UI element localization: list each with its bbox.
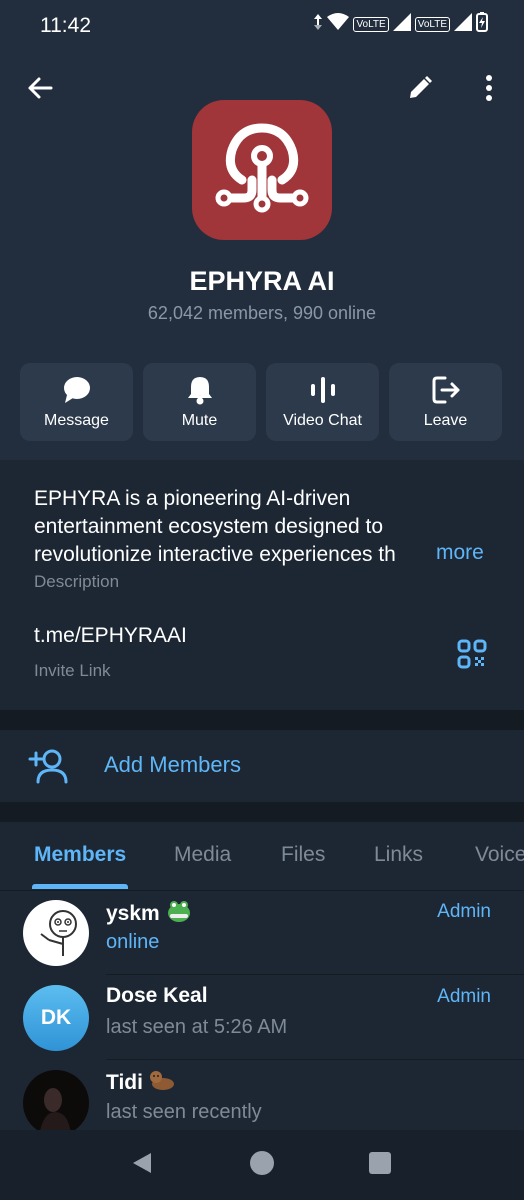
member-name-text: yskm — [106, 902, 160, 925]
volte-badge-2: VoLTE — [414, 17, 450, 32]
group-avatar[interactable] — [192, 100, 332, 240]
tab-voice[interactable]: Voice — [475, 843, 524, 867]
member-row[interactable]: DK Dose Keal last seen at 5:26 AM Admin — [0, 975, 524, 1060]
avatar-initials: DK — [40, 1006, 72, 1029]
signal-icon-2 — [454, 13, 472, 36]
bell-icon — [186, 374, 214, 406]
square-recents-icon — [369, 1151, 391, 1179]
edit-button[interactable] — [398, 68, 442, 112]
frog-emoji-icon — [166, 899, 192, 929]
back-button[interactable] — [18, 68, 62, 112]
video-chat-button[interactable]: Video Chat — [266, 363, 379, 441]
admin-badge: Admin — [437, 986, 491, 1007]
tab-files[interactable]: Files — [281, 843, 325, 867]
mute-button[interactable]: Mute — [143, 363, 256, 441]
wifi-icon — [327, 13, 350, 36]
member-name-text: Dose Keal — [106, 984, 208, 1007]
invite-link[interactable]: t.me/EPHYRAAI — [34, 624, 187, 648]
member-count: 62,042 members, 990 online — [147, 303, 377, 323]
admin-badge: Admin — [437, 901, 491, 922]
battery-icon — [476, 12, 488, 37]
qr-code-button[interactable] — [452, 636, 492, 676]
triangle-back-icon — [130, 1151, 154, 1180]
qr-code-icon — [457, 639, 487, 674]
tab-links[interactable]: Links — [374, 843, 423, 867]
nav-home-button[interactable] — [247, 1150, 277, 1180]
more-vertical-icon — [485, 74, 493, 106]
otter-emoji-icon — [149, 1069, 175, 1097]
member-name: Dose Keal — [106, 984, 208, 1008]
member-status: last seen recently — [106, 1101, 262, 1123]
section-divider — [0, 710, 524, 730]
media-tabs: Members Media Files Links Voice — [0, 822, 524, 891]
mute-label: Mute — [181, 412, 218, 429]
description-line-2: entertainment ecosystem designed to — [34, 515, 384, 538]
description-line-3: revolutionize interactive experiences th — [34, 543, 396, 566]
leave-label: Leave — [423, 412, 468, 429]
tab-members[interactable]: Members — [34, 843, 126, 867]
leave-icon — [431, 374, 461, 406]
description-line-1: EPHYRA is a pioneering AI-driven — [34, 487, 351, 510]
chat-bubble-icon — [62, 374, 92, 406]
tab-indicator — [32, 884, 128, 889]
avatar — [23, 1070, 89, 1136]
avatar — [23, 900, 89, 966]
member-row[interactable]: yskm online Admin — [0, 890, 524, 975]
add-members-row[interactable] — [0, 730, 524, 802]
member-status: last seen at 5:26 AM — [106, 1016, 288, 1038]
status-icons: VoLTE VoLTE — [313, 12, 488, 37]
arrow-left-icon — [26, 74, 54, 107]
member-status: online — [106, 931, 160, 953]
message-label: Message — [44, 412, 109, 429]
section-divider-2 — [0, 802, 524, 822]
volte-badge: VoLTE — [353, 17, 389, 32]
status-bar: 11:42 VoLTE VoLTE — [0, 0, 524, 52]
message-button[interactable]: Message — [20, 363, 133, 441]
description-text: EPHYRA is a pioneering AI-driven enterta… — [34, 485, 494, 569]
status-time: 11:42 — [40, 14, 91, 37]
tab-media[interactable]: Media — [174, 843, 231, 867]
invite-link-caption: Invite Link — [34, 661, 111, 680]
system-nav-bar — [0, 1130, 524, 1200]
ephyra-logo-icon — [212, 118, 312, 223]
add-members-label[interactable]: Add Members — [104, 752, 241, 778]
more-link[interactable]: more — [436, 541, 484, 565]
add-user-icon — [28, 748, 68, 789]
member-name: yskm — [106, 899, 192, 929]
signal-icon — [392, 13, 411, 36]
description-caption: Description — [34, 572, 120, 591]
member-name: Tidi — [106, 1069, 175, 1097]
nav-back-button[interactable] — [127, 1150, 157, 1180]
circle-home-icon — [249, 1150, 275, 1181]
avatar: DK — [23, 985, 89, 1051]
member-name-text: Tidi — [106, 1071, 143, 1094]
group-name: EPHYRA AI — [189, 266, 335, 296]
pencil-icon — [407, 75, 433, 106]
action-buttons: Message Mute Video Chat Leave — [20, 363, 502, 441]
nav-recents-button[interactable] — [365, 1150, 395, 1180]
leave-button[interactable]: Leave — [389, 363, 502, 441]
voice-chat-icon — [309, 374, 337, 406]
video-chat-label: Video Chat — [283, 412, 362, 429]
more-button[interactable] — [467, 68, 511, 112]
alarm-icon — [313, 14, 323, 35]
